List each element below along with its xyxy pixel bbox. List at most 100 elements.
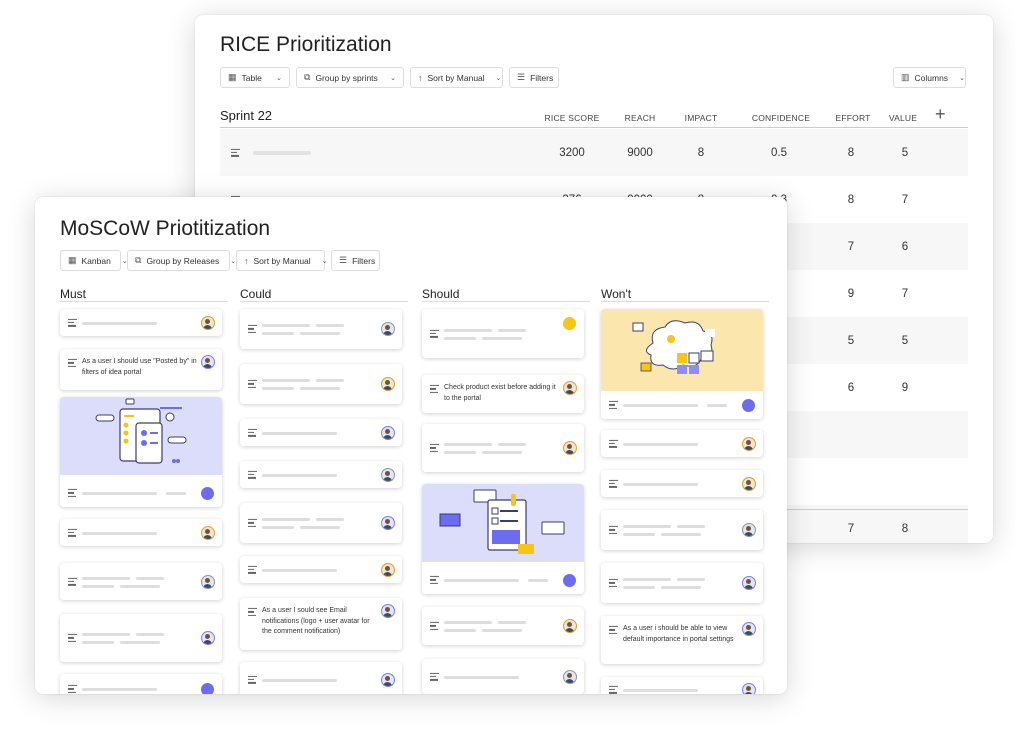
kanban-card[interactable] — [422, 659, 584, 694]
avatar[interactable] — [381, 516, 395, 530]
kanban-card[interactable] — [60, 563, 222, 600]
chevron-down-icon: ⌄ — [276, 74, 282, 82]
avatar[interactable] — [201, 525, 215, 540]
card-title: Check product exist before adding it to … — [444, 384, 556, 402]
col-header-impact[interactable]: IMPACT — [685, 113, 718, 123]
avatar[interactable] — [381, 672, 395, 687]
assignee-dot[interactable] — [201, 487, 214, 500]
text-placeholder — [316, 518, 344, 521]
avatar[interactable] — [381, 322, 395, 336]
view-kanban-button[interactable]: ▦ Kanban ⌄ — [60, 250, 128, 271]
assignee-dot[interactable] — [563, 574, 576, 587]
assignee-dot[interactable] — [201, 683, 214, 694]
columns-icon: ▥ — [901, 72, 910, 82]
cell-value: 9 — [901, 381, 909, 394]
cell-value: 5 — [901, 334, 909, 347]
kanban-card[interactable] — [601, 309, 763, 419]
assignee-dot[interactable] — [563, 317, 576, 330]
description-icon — [248, 606, 257, 618]
col-header-rice-score[interactable]: RICE SCORE — [545, 113, 600, 123]
cell-value: 6 — [901, 240, 909, 253]
avatar[interactable] — [381, 377, 395, 391]
filters-button[interactable]: ☰ Filters — [331, 250, 380, 271]
text-placeholder — [262, 518, 310, 521]
kanban-card[interactable] — [240, 662, 402, 694]
text-placeholder — [262, 568, 337, 572]
assignee-dot[interactable] — [742, 399, 755, 412]
col-header-reach[interactable]: REACH — [625, 113, 656, 123]
col-header-confidence[interactable]: CONFIDENCE — [752, 113, 810, 123]
avatar[interactable] — [742, 576, 756, 590]
avatar[interactable] — [742, 622, 756, 636]
avatar[interactable] — [201, 315, 215, 330]
kanban-card[interactable] — [601, 470, 763, 497]
kanban-card[interactable] — [240, 503, 402, 543]
cell-confidence: 0.5 — [771, 146, 787, 159]
sort-button[interactable]: ↑ Sort by Manual ⌄ — [410, 67, 503, 88]
kanban-card[interactable] — [60, 674, 222, 694]
col-header-value[interactable]: VALUE — [889, 113, 917, 123]
kanban-card[interactable]: As a user I should use "Posted by" in fi… — [60, 349, 222, 390]
avatar[interactable] — [742, 476, 756, 491]
description-icon — [68, 632, 77, 644]
column-title-wont: Won't — [601, 287, 632, 301]
text-placeholder — [444, 328, 492, 332]
text-placeholder — [498, 443, 526, 446]
avatar[interactable] — [381, 425, 395, 440]
avatar[interactable] — [381, 604, 395, 618]
avatar[interactable] — [563, 381, 577, 395]
avatar[interactable] — [201, 355, 215, 369]
avatar[interactable] — [742, 682, 756, 694]
kanban-card[interactable] — [240, 309, 402, 349]
drag-handle-icon[interactable] — [231, 146, 240, 158]
page-title: RICE Prioritization — [220, 33, 392, 56]
table-row[interactable]: 3200 9000 8 0.5 8 5 — [220, 129, 968, 176]
kanban-card[interactable]: As a user I sould see Email notification… — [240, 598, 402, 650]
view-table-button[interactable]: ▦ Table ⌄ — [220, 67, 290, 88]
kanban-card[interactable] — [422, 424, 584, 472]
avatar[interactable] — [381, 467, 395, 482]
avatar[interactable] — [563, 669, 577, 684]
avatar[interactable] — [201, 631, 215, 645]
kanban-card[interactable] — [240, 556, 402, 583]
kanban-card[interactable] — [422, 484, 584, 594]
kanban-card[interactable] — [601, 563, 763, 603]
description-icon — [609, 577, 618, 589]
group-by-button[interactable]: ⧉ Group by sprints ⌄ — [296, 67, 404, 88]
avatar[interactable] — [742, 436, 756, 451]
kanban-card[interactable] — [422, 607, 584, 645]
arrow-up-icon: ↑ — [418, 72, 423, 83]
text-placeholder — [82, 633, 130, 636]
add-column-icon[interactable]: + — [935, 105, 946, 123]
cell-effort: 9 — [847, 287, 855, 300]
filters-button[interactable]: ☰ Filters — [509, 67, 559, 88]
kanban-card[interactable] — [601, 510, 763, 550]
avatar[interactable] — [563, 619, 577, 633]
sort-button[interactable]: ↑ Sort by Manual ⌄ — [236, 250, 328, 271]
columns-button[interactable]: ▥ Columns ⌄ — [893, 67, 966, 88]
description-icon — [68, 487, 77, 499]
kanban-card[interactable] — [240, 461, 402, 488]
kanban-card[interactable] — [60, 519, 222, 546]
cell-impact: 8 — [697, 146, 705, 159]
chevron-down-icon: ⌄ — [121, 257, 128, 265]
kanban-card[interactable] — [601, 430, 763, 457]
kanban-card[interactable] — [240, 364, 402, 404]
kanban-card[interactable] — [240, 419, 402, 446]
avatar[interactable] — [201, 574, 215, 589]
mobile-app-illustration — [60, 397, 222, 475]
kanban-card[interactable] — [422, 309, 584, 358]
kanban-card[interactable] — [60, 614, 222, 662]
kanban-card[interactable]: As a user i should be able to view defau… — [601, 616, 763, 664]
group-by-button[interactable]: ⧉ Group by Releases ⌄ — [127, 250, 236, 271]
column-title-should: Should — [422, 287, 460, 301]
kanban-card[interactable] — [60, 397, 222, 507]
sort-label: Sort by Manual — [253, 255, 311, 266]
avatar[interactable] — [381, 562, 395, 577]
col-header-effort[interactable]: EFFORT — [835, 113, 870, 123]
avatar[interactable] — [563, 441, 577, 455]
kanban-card[interactable] — [601, 677, 763, 694]
kanban-card[interactable] — [60, 309, 222, 336]
kanban-card[interactable]: Check product exist before adding it to … — [422, 375, 584, 413]
avatar[interactable] — [742, 523, 756, 537]
